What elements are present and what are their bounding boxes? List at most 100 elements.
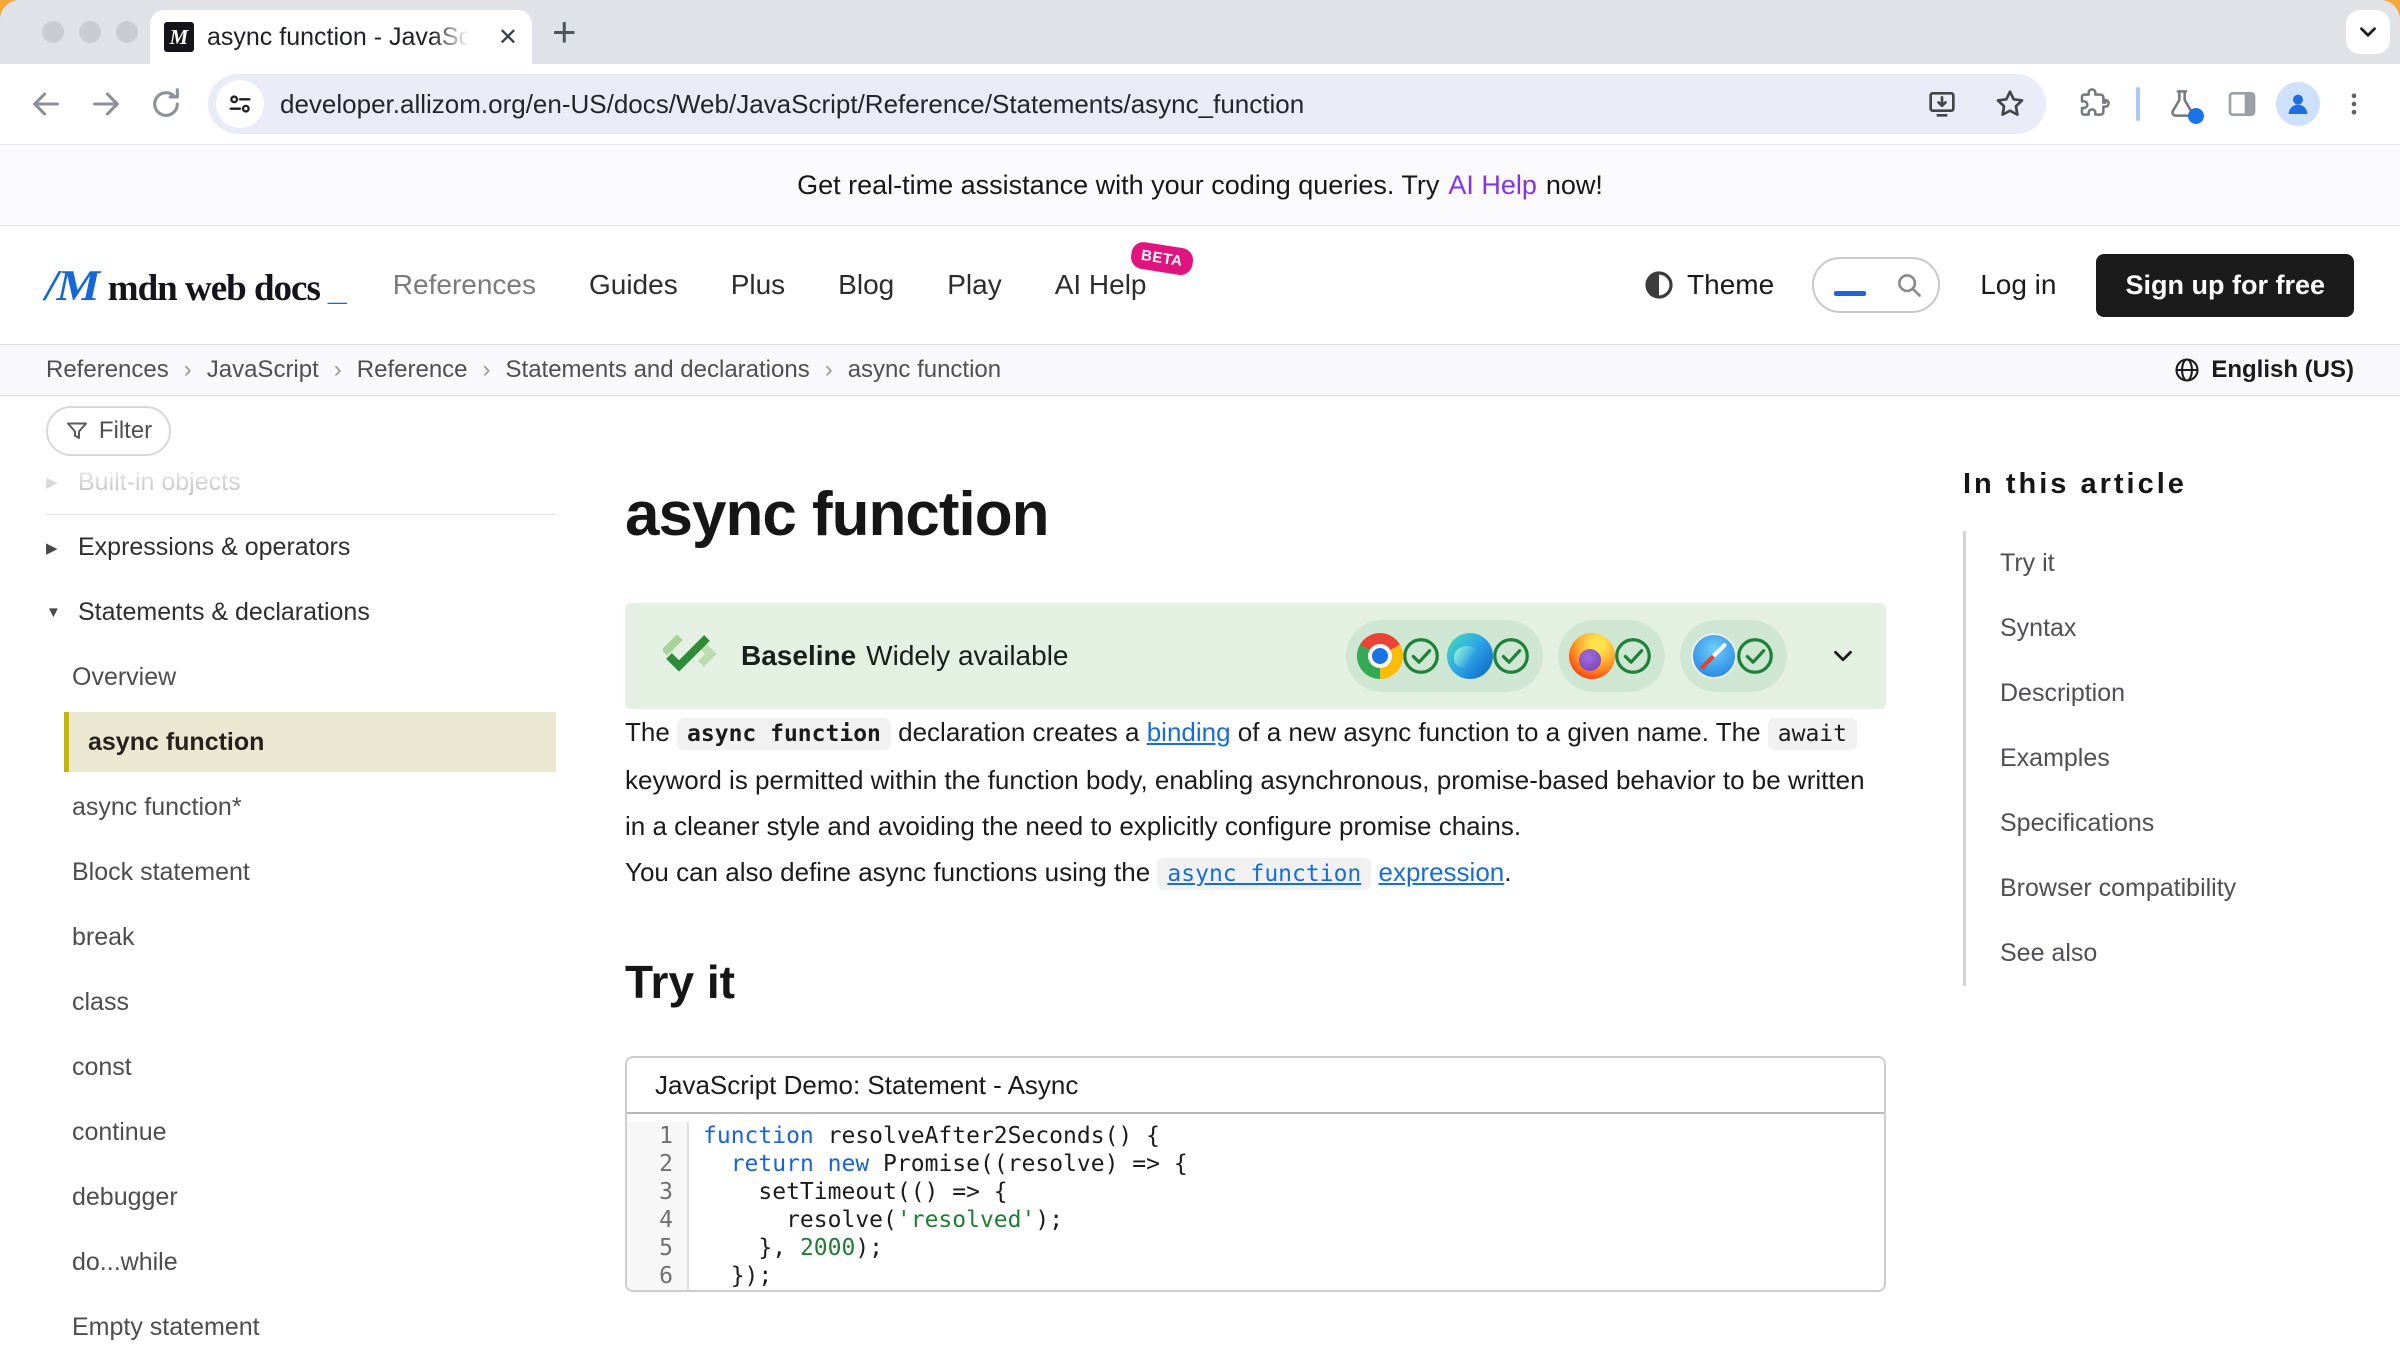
baseline-expand-chevron-icon[interactable] bbox=[1828, 641, 1858, 671]
extensions-button[interactable] bbox=[2068, 78, 2120, 130]
nav-item-label: Guides bbox=[589, 269, 678, 300]
browser-tab[interactable]: M async function - JavaScript | ✕ bbox=[150, 10, 532, 64]
sidebar-item[interactable]: do...while bbox=[46, 1230, 556, 1295]
text-run: declaration creates a bbox=[891, 717, 1147, 747]
sidebar-item-label: break bbox=[72, 923, 135, 952]
install-app-button[interactable] bbox=[1916, 78, 1968, 130]
breadcrumb-link[interactable]: References bbox=[46, 356, 169, 384]
inline-link[interactable]: binding bbox=[1147, 717, 1231, 747]
side-panel-button[interactable] bbox=[2216, 78, 2268, 130]
nav-item[interactable]: Blog bbox=[838, 269, 894, 301]
toc-item[interactable]: See also bbox=[2000, 921, 2373, 986]
toc-title: In this article bbox=[1963, 468, 2373, 501]
tryit-heading: Try it bbox=[625, 957, 1886, 1007]
inline-link[interactable]: expression bbox=[1379, 857, 1505, 887]
nav-item-label: Plus bbox=[731, 269, 785, 300]
sidebar-filter-button[interactable]: Filter bbox=[46, 406, 171, 456]
sidebar-item[interactable]: continue bbox=[46, 1100, 556, 1165]
code-plain: Promise((resolve) => { bbox=[869, 1151, 1188, 1177]
breadcrumb-separator: › bbox=[825, 356, 833, 384]
toc-item[interactable]: Browser compatibility bbox=[2000, 856, 2373, 921]
sidebar-item[interactable]: ▶Expressions & operators bbox=[46, 515, 556, 580]
inline-code: await bbox=[1768, 718, 1857, 750]
code-text: }, 2000); bbox=[689, 1234, 883, 1262]
sidebar-item[interactable]: Block statement bbox=[46, 840, 556, 905]
code-plain bbox=[703, 1151, 731, 1177]
profile-avatar[interactable] bbox=[2276, 82, 2320, 126]
breadcrumb-link[interactable]: Reference bbox=[357, 356, 468, 384]
code-editor[interactable]: 1function resolveAfter2Seconds() {2 retu… bbox=[627, 1114, 1884, 1290]
url-bar[interactable]: developer.allizom.org/en-US/docs/Web/Jav… bbox=[208, 74, 2046, 134]
sidebar-item[interactable]: debugger bbox=[46, 1165, 556, 1230]
sidebar-item-label: async function bbox=[88, 728, 264, 757]
sidebar-item[interactable]: ▶Built-in objects bbox=[46, 450, 556, 515]
toc-item[interactable]: Examples bbox=[2000, 726, 2373, 791]
window-maximize-button[interactable] bbox=[116, 21, 138, 43]
ai-help-link[interactable]: AI Help bbox=[1448, 170, 1537, 201]
line-number: 5 bbox=[627, 1234, 689, 1262]
sidebar-item[interactable]: Empty statement bbox=[46, 1295, 556, 1350]
toc-item[interactable]: Description bbox=[2000, 661, 2373, 726]
sidebar-item[interactable]: const bbox=[46, 1035, 556, 1100]
sidebar-item[interactable]: break bbox=[46, 905, 556, 970]
inline-code-link[interactable]: async function bbox=[1157, 858, 1371, 890]
text-run: The bbox=[625, 717, 677, 747]
paragraph: The async function declaration creates a… bbox=[625, 709, 1886, 849]
sidebar-item[interactable]: class bbox=[46, 970, 556, 1035]
sidebar-item[interactable]: ▼Statements & declarations bbox=[46, 580, 556, 645]
line-number: 4 bbox=[627, 1206, 689, 1234]
browser-window: M async function - JavaScript | ✕ + bbox=[0, 0, 2400, 1350]
bookmark-button[interactable] bbox=[1984, 78, 2036, 130]
signup-button[interactable]: Sign up for free bbox=[2096, 254, 2354, 317]
code-plain: }, bbox=[703, 1235, 800, 1261]
browser-menu-button[interactable] bbox=[2328, 78, 2380, 130]
sidebar-item[interactable]: async function bbox=[64, 712, 556, 772]
sidebar-item-label: debugger bbox=[72, 1183, 178, 1212]
nav-item[interactable]: Play bbox=[947, 269, 1001, 301]
sidebar-item-label: Empty statement bbox=[72, 1313, 260, 1342]
mdn-logo-cursor: _ bbox=[328, 270, 347, 309]
intro-paragraphs: The async function declaration creates a… bbox=[625, 709, 1886, 897]
breadcrumb-link[interactable]: JavaScript bbox=[207, 356, 319, 384]
reload-button[interactable] bbox=[140, 78, 192, 130]
nav-item-label: Play bbox=[947, 269, 1001, 300]
toc-item[interactable]: Try it bbox=[2000, 531, 2373, 596]
sidebar-item[interactable]: Overview bbox=[46, 645, 556, 710]
labs-notification-dot bbox=[2188, 108, 2204, 124]
toc-item[interactable]: Specifications bbox=[2000, 791, 2373, 856]
safari-icon bbox=[1691, 633, 1737, 679]
new-tab-button[interactable]: + bbox=[552, 8, 577, 56]
globe-icon bbox=[2173, 356, 2201, 384]
window-minimize-button[interactable] bbox=[79, 21, 101, 43]
breadcrumb-link[interactable]: Statements and declarations bbox=[506, 356, 810, 384]
code-plain bbox=[814, 1151, 828, 1177]
search-input[interactable] bbox=[1812, 257, 1940, 313]
line-number: 6 bbox=[627, 1262, 689, 1290]
breadcrumb-separator: › bbox=[483, 356, 491, 384]
sidebar-item[interactable]: async function* bbox=[46, 775, 556, 840]
mdn-logo-mark-icon: /M bbox=[41, 260, 106, 311]
window-close-button[interactable] bbox=[42, 21, 64, 43]
article: async function Baseline Widely available bbox=[625, 396, 1886, 1292]
install-icon bbox=[1926, 88, 1958, 120]
code-line: 2 return new Promise((resolve) => { bbox=[627, 1150, 1884, 1178]
nav-item[interactable]: Guides bbox=[589, 269, 678, 301]
nav-item[interactable]: References bbox=[393, 269, 536, 301]
labs-button[interactable] bbox=[2156, 78, 2208, 130]
toc-item[interactable]: Syntax bbox=[2000, 596, 2373, 661]
nav-item[interactable]: Plus bbox=[731, 269, 785, 301]
tab-close-icon[interactable]: ✕ bbox=[498, 23, 518, 52]
mdn-logo[interactable]: /M mdn web docs _ bbox=[46, 260, 347, 311]
language-selector[interactable]: English (US) bbox=[2173, 356, 2354, 384]
breadcrumb-link[interactable]: async function bbox=[848, 356, 1001, 384]
nav-item[interactable]: AI HelpBETA bbox=[1055, 269, 1147, 301]
breadcrumb-item: async function› bbox=[848, 356, 1001, 384]
url-text[interactable]: developer.allizom.org/en-US/docs/Web/Jav… bbox=[280, 89, 1900, 120]
login-link[interactable]: Log in bbox=[1980, 269, 2056, 301]
theme-toggle[interactable]: Theme bbox=[1643, 269, 1774, 301]
tab-search-button[interactable] bbox=[2346, 10, 2390, 54]
back-icon bbox=[29, 87, 63, 121]
forward-button[interactable] bbox=[80, 78, 132, 130]
site-info-button[interactable] bbox=[216, 80, 264, 128]
back-button[interactable] bbox=[20, 78, 72, 130]
